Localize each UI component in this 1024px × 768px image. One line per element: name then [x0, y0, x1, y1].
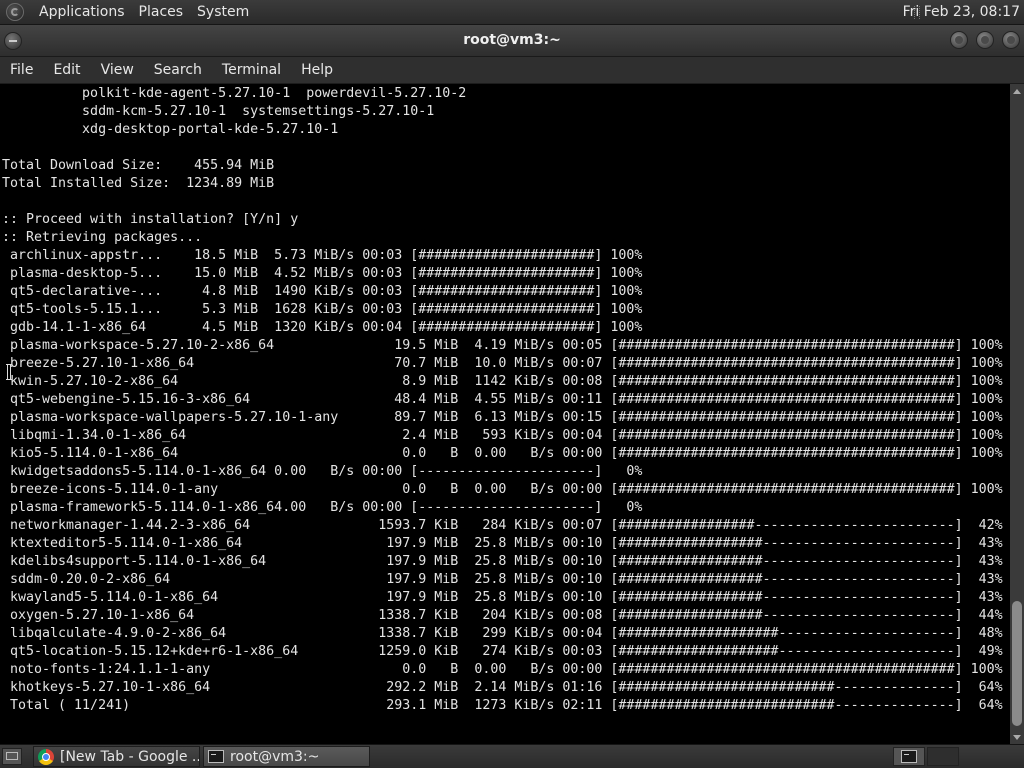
taskbar-item-browser[interactable]: [New Tab - Google ... — [33, 746, 200, 767]
terminal-line: plasma-framework5-5.114.0-1-x86_64.00 B/… — [2, 500, 643, 515]
maximize-button[interactable] — [976, 31, 994, 49]
workspace-1[interactable] — [893, 747, 925, 766]
terminal-line: gdb-14.1-1-x86_64 4.5 MiB 1320 KiB/s 00:… — [2, 320, 643, 335]
applications-menu[interactable]: Applications — [32, 4, 132, 20]
terminal-line: oxygen-5.27.10-1-x86_64 1338.7 KiB 204 K… — [2, 608, 1003, 623]
terminal-line: kwidgetsaddons5-5.114.0-1-x86_64 0.00 B/… — [2, 464, 643, 479]
terminal-line: breeze-icons-5.114.0-1-any 0.0 B 0.00 B/… — [2, 482, 1003, 497]
menu-help[interactable]: Help — [291, 62, 343, 78]
terminal-line: networkmanager-1.44.2-3-x86_64 1593.7 Ki… — [2, 518, 1003, 533]
terminal-line: Total Download Size: 455.94 MiB — [2, 158, 275, 173]
terminal-line: qt5-webengine-5.15.16-3-x86_64 48.4 MiB … — [2, 392, 1003, 407]
taskbar: [New Tab - Google ... root@vm3:~ — [0, 744, 1024, 768]
chrome-icon — [38, 748, 54, 765]
scroll-down-arrow-icon[interactable] — [1010, 730, 1024, 744]
terminal-line: libqalculate-4.9.0-2-x86_64 1338.7 KiB 2… — [2, 626, 1003, 641]
terminal-line: plasma-workspace-wallpapers-5.27.10-1-an… — [2, 410, 1003, 425]
terminal-scrollbar[interactable] — [1010, 84, 1024, 744]
terminal-icon — [208, 750, 224, 763]
menu-view[interactable]: View — [91, 62, 144, 78]
terminal-line: libqmi-1.34.0-1-x86_64 2.4 MiB 593 KiB/s… — [2, 428, 1003, 443]
places-menu[interactable]: Places — [132, 4, 191, 20]
distro-logo-icon[interactable] — [6, 3, 24, 21]
terminal-line: plasma-workspace-5.27.10-2-x86_64 19.5 M… — [2, 338, 1003, 353]
terminal-line: qt5-declarative-... 4.8 MiB 1490 KiB/s 0… — [2, 284, 643, 299]
terminal-line: qt5-tools-5.15.1... 5.3 MiB 1628 KiB/s 0… — [2, 302, 643, 317]
terminal-line: archlinux-appstr... 18.5 MiB 5.73 MiB/s … — [2, 248, 643, 263]
scroll-thumb[interactable] — [1012, 601, 1022, 726]
system-menu[interactable]: System — [190, 4, 256, 20]
workspace-2[interactable] — [927, 747, 959, 766]
menu-edit[interactable]: Edit — [43, 62, 90, 78]
terminal-line: noto-fonts-1:24.1.1-1-any 0.0 B 0.00 B/s… — [2, 662, 1003, 677]
terminal-line: ktexteditor5-5.114.0-1-x86_64 197.9 MiB … — [2, 536, 1003, 551]
menu-search[interactable]: Search — [144, 62, 212, 78]
scroll-up-arrow-icon[interactable] — [1010, 84, 1024, 98]
top-panel: Applications Places System Fri Feb 23, 0… — [0, 0, 1024, 25]
window-titlebar[interactable]: root@vm3:~ — [0, 25, 1024, 57]
terminal-output[interactable]: polkit-kde-agent-5.27.10-1 powerdevil-5.… — [0, 84, 1010, 744]
terminal-line: :: Proceed with installation? [Y/n] y — [2, 212, 299, 227]
terminal-line: khotkeys-5.27.10-1-x86_64 292.2 MiB 2.14… — [2, 680, 1003, 695]
close-button[interactable] — [1002, 31, 1020, 49]
taskbar-item-label: root@vm3:~ — [230, 748, 320, 765]
text-cursor-icon — [6, 364, 12, 380]
menu-terminal[interactable]: Terminal — [212, 62, 291, 78]
taskbar-item-label: [New Tab - Google ... — [60, 748, 200, 765]
terminal-line: plasma-desktop-5... 15.0 MiB 4.52 MiB/s … — [2, 266, 643, 281]
terminal-line: xdg-desktop-portal-kde-5.27.10-1 — [2, 122, 339, 137]
menubar: File Edit View Search Terminal Help — [0, 57, 1024, 84]
terminal-line: kdelibs4support-5.114.0-1-x86_64 197.9 M… — [2, 554, 1003, 569]
clock[interactable]: Fri Feb 23, 08:17 — [903, 4, 1020, 20]
terminal-line: sddm-kcm-5.27.10-1 systemsettings-5.27.1… — [2, 104, 435, 119]
show-desktop-icon[interactable] — [2, 748, 22, 765]
taskbar-item-terminal[interactable]: root@vm3:~ — [203, 746, 370, 767]
terminal-line: kwin-5.27.10-2-x86_64 8.9 MiB 1142 KiB/s… — [2, 374, 1003, 389]
terminal-line: sddm-0.20.0-2-x86_64 197.9 MiB 25.8 MiB/… — [2, 572, 1003, 587]
terminal-line: kwayland5-5.114.0-1-x86_64 197.9 MiB 25.… — [2, 590, 1003, 605]
terminal-line: breeze-5.27.10-1-x86_64 70.7 MiB 10.0 Mi… — [2, 356, 1003, 371]
terminal-line: Total Installed Size: 1234.89 MiB — [2, 176, 275, 191]
terminal-line: :: Retrieving packages... — [2, 230, 203, 245]
minimize-button[interactable] — [950, 31, 968, 49]
terminal-icon — [901, 750, 917, 763]
terminal-line: qt5-location-5.15.12+kde+r6-1-x86_64 125… — [2, 644, 1003, 659]
terminal-line: kio5-5.114.0-1-x86_64 0.0 B 0.00 B/s 00:… — [2, 446, 1003, 461]
terminal-line: Total ( 11/241) 293.1 MiB 1273 KiB/s 02:… — [2, 698, 1003, 713]
menu-file[interactable]: File — [0, 62, 43, 78]
window-title: root@vm3:~ — [463, 32, 561, 48]
terminal-line: polkit-kde-agent-5.27.10-1 powerdevil-5.… — [2, 86, 467, 101]
terminal-text: polkit-kde-agent-5.27.10-1 powerdevil-5.… — [0, 84, 1010, 715]
